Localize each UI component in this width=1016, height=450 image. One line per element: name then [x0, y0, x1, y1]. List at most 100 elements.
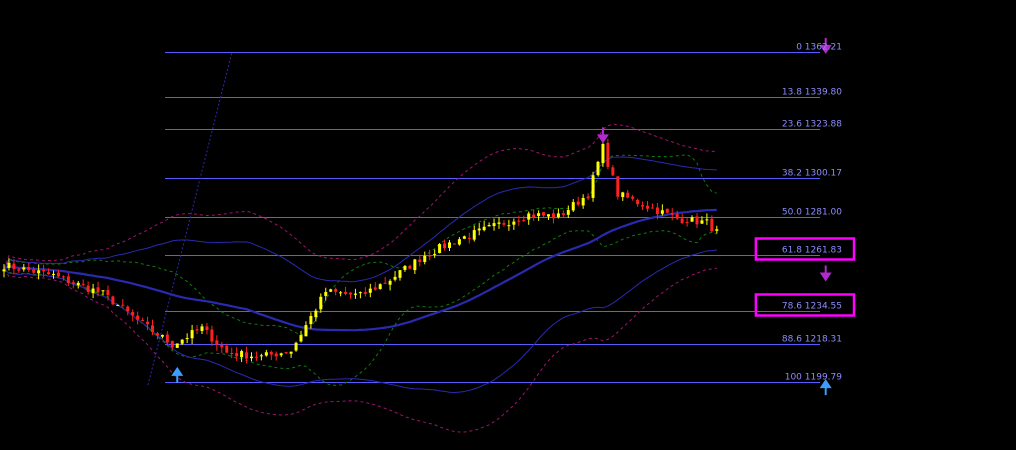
candle-body-110	[547, 214, 550, 217]
candle-body-137	[680, 218, 684, 224]
candle-body-126	[626, 192, 630, 198]
candle-body-63	[314, 310, 318, 318]
candle-65	[324, 287, 328, 301]
candle-body-54	[269, 351, 273, 355]
candle-142	[705, 213, 709, 225]
fib-labels: 0 1362.21 13.8 1339.80 23.6 1323.88 38.2 13…	[782, 43, 842, 383]
candle-body-79	[393, 276, 397, 280]
candle-body-37	[185, 338, 189, 340]
candle-body-30	[151, 325, 154, 332]
candle-body-140	[695, 216, 699, 225]
candle-72	[358, 291, 362, 299]
candle-48	[240, 349, 244, 363]
candle-103	[512, 218, 516, 230]
candle-body-31	[155, 333, 159, 336]
candle-63	[314, 308, 318, 322]
candle-body-113	[561, 213, 565, 215]
candle-22	[111, 295, 115, 305]
candle-body-83	[413, 259, 417, 271]
candle-body-78	[388, 280, 392, 285]
candle-body-104	[517, 220, 521, 222]
candle-body-25	[126, 306, 130, 312]
candle-body-95	[472, 230, 476, 240]
candle-27	[136, 311, 140, 325]
candle-body-101	[502, 223, 506, 225]
candle-body-81	[403, 265, 407, 270]
candle-body-21	[106, 289, 110, 296]
candle-96	[477, 223, 481, 236]
candle-body-3	[17, 269, 21, 271]
candle-body-96	[477, 228, 481, 231]
candle-body-29	[146, 321, 150, 325]
candle-body-43	[215, 340, 219, 345]
candle-body-7	[37, 270, 41, 274]
candle-body-15	[76, 282, 80, 286]
candle-101	[502, 220, 506, 227]
candle-body-132	[655, 207, 659, 215]
candle-18	[91, 283, 95, 299]
candle-body-141	[700, 220, 704, 224]
candle-body-77	[383, 282, 387, 284]
candle-body-70	[349, 292, 352, 295]
candle-116	[576, 196, 580, 207]
candle-111	[551, 209, 555, 224]
candle-122	[606, 138, 610, 170]
candle-body-22	[111, 296, 115, 305]
candle-109	[542, 211, 546, 217]
fib-label-7: 88.6 1218.31	[782, 335, 842, 345]
candle-body-114	[566, 210, 570, 215]
candle-body-112	[556, 213, 560, 218]
candle-body-87	[433, 253, 437, 255]
candle-117	[581, 194, 585, 209]
candle-129	[641, 201, 645, 211]
candle-body-98	[487, 225, 491, 227]
candle-body-93	[462, 236, 466, 239]
candle-body-128	[636, 199, 640, 205]
candle-80	[398, 269, 402, 281]
candle-body-142	[705, 219, 709, 221]
candle-26	[131, 309, 135, 322]
candle-69	[344, 286, 348, 296]
candle-77	[383, 277, 387, 284]
candle-body-102	[507, 225, 511, 227]
candle-body-64	[319, 296, 323, 310]
candle-body-50	[250, 356, 253, 359]
candle-body-8	[42, 269, 46, 272]
candle-91	[452, 243, 456, 245]
candle-body-0	[2, 269, 6, 272]
candle-45	[225, 343, 229, 354]
candle-body-27	[136, 315, 140, 320]
candle-102	[507, 219, 511, 231]
candle-52	[259, 353, 263, 361]
candle-75	[373, 282, 377, 291]
candle-24	[121, 298, 125, 307]
candle-58	[289, 351, 293, 358]
candle-body-57	[284, 352, 288, 354]
candle-body-80	[398, 270, 402, 278]
candle-25	[126, 305, 130, 316]
dotted-trendline	[147, 51, 233, 386]
price-chart: 0 1362.21 13.8 1339.80 23.6 1323.88 38.2 13…	[2, 37, 856, 433]
candle-body-69	[344, 291, 348, 294]
candle-body-11	[56, 272, 60, 277]
candle-body-67	[334, 288, 338, 292]
candle-body-109	[542, 212, 546, 216]
candle-body-46	[230, 353, 234, 355]
fib-label-1: 13.8 1339.80	[782, 88, 842, 98]
candle-135	[670, 208, 674, 221]
bollinger-main-upper	[3, 156, 717, 283]
candle-71	[353, 288, 357, 299]
candle-40	[200, 323, 204, 334]
candle-body-122	[606, 142, 610, 167]
trendline	[147, 51, 233, 386]
candle-128	[636, 198, 640, 207]
candle-95	[472, 225, 476, 242]
candle-93	[462, 235, 466, 240]
candle-body-61	[304, 325, 308, 337]
candle-64	[319, 293, 323, 313]
candle-body-65	[324, 292, 328, 296]
candle-body-123	[611, 167, 615, 176]
candle-34	[170, 340, 174, 350]
signal-arrow-0	[171, 366, 184, 383]
candle-119	[591, 171, 595, 202]
